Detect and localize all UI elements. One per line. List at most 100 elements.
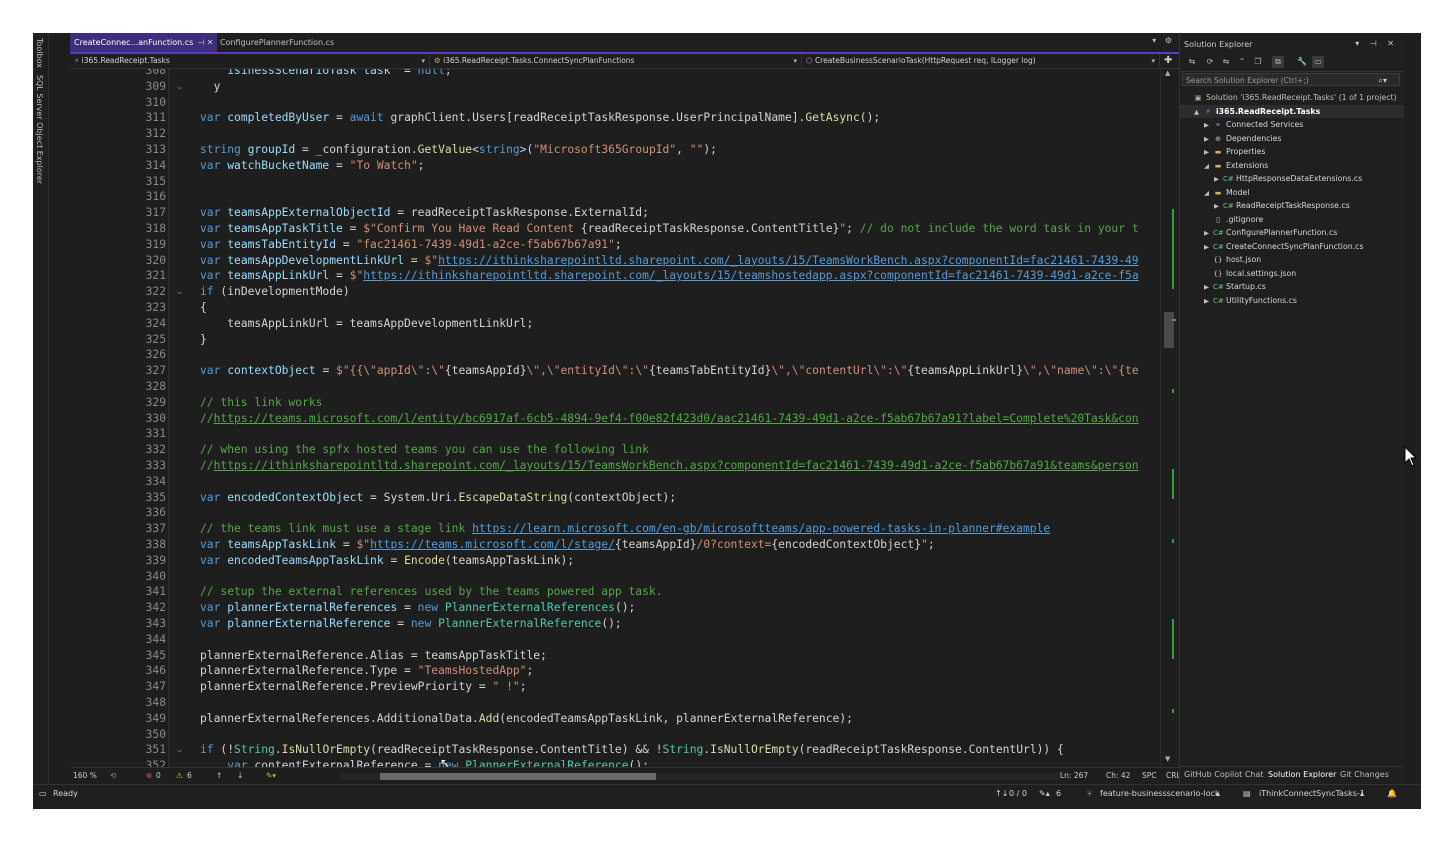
code-line[interactable]: 313 string groupId = _configuration.GetVa… — [70, 142, 1160, 158]
tree-item[interactable]: ▶ ⚭ Connected Services — [1180, 118, 1404, 131]
code-line[interactable]: 324 teamsAppLinkUrl = teamsAppDevelopmen… — [70, 316, 1160, 332]
properties-icon[interactable]: 🔧 — [1296, 56, 1308, 68]
code-line[interactable]: 334 — [70, 474, 1160, 490]
expand-chevron-icon[interactable]: ▶ — [1204, 295, 1213, 308]
expand-chevron-icon[interactable]: ▶ — [1204, 241, 1213, 254]
branch-icon[interactable]: ⑂ — [1087, 789, 1092, 798]
code-line[interactable]: 335 var encodedContextObject = System.Uri… — [70, 490, 1160, 506]
output-icon[interactable]: ▭ — [39, 789, 47, 798]
pending-edits-count[interactable]: 6 — [1056, 789, 1061, 798]
panel-window-icons[interactable]: ▾ ⊣ ✕ — [1355, 39, 1398, 48]
tree-item[interactable]: ▶ C# ReadReceiptTaskResponse.cs — [1180, 199, 1404, 212]
expand-chevron-icon[interactable]: ◢ — [1204, 187, 1213, 200]
project-dropdown[interactable]: ⚡ i365.ReadReceipt.Tasks ▾ — [70, 54, 430, 68]
tree-item[interactable]: ▲ ⚡ i365.ReadReceipt.Tasks — [1180, 104, 1404, 118]
tree-item[interactable]: ▶ C# CreateConnectSyncPlanFunction.cs — [1180, 240, 1404, 253]
code-line[interactable]: 323 { — [70, 300, 1160, 316]
code-line[interactable]: 315 — [70, 174, 1160, 190]
tab-solution-explorer[interactable]: Solution Explorer — [1268, 770, 1336, 779]
expand-chevron-icon[interactable]: ▶ — [1204, 146, 1213, 159]
fold-chevron-icon[interactable]: ⌵ — [177, 284, 182, 300]
health-icon[interactable]: ⟲ — [110, 771, 116, 780]
show-all-files-icon[interactable]: ❐ — [1252, 56, 1264, 68]
previous-issue-icon[interactable]: ↑ — [216, 771, 222, 780]
code-line[interactable]: 330 //https://teams.microsoft.com/l/entit… — [70, 411, 1160, 427]
code-line[interactable]: 319 var teamsTabEntityId = "fac21461-7439… — [70, 237, 1160, 253]
code-token[interactable]: https://ithinksharepointltd.sharepoint.c… — [214, 459, 1139, 472]
code-text-area[interactable]: 308 isinessScenarioTask task = null; 309 ⌵… — [70, 69, 1160, 767]
next-issue-icon[interactable]: ↓ — [237, 771, 243, 780]
code-line[interactable]: 337 // the teams link must use a stage li… — [70, 521, 1160, 537]
code-line[interactable]: 333 //https://ithinksharepointltd.sharepo… — [70, 458, 1160, 474]
whitespace-indicator[interactable]: SPC — [1142, 771, 1157, 780]
tab-configure-planner-function[interactable]: ConfigurePlannerFunction.cs — [216, 33, 338, 52]
expand-chevron-icon[interactable]: ▶ — [1214, 173, 1223, 186]
tab-create-connect-sync-plan-function[interactable]: CreateConnec...anFunction.cs ⊣ ✕ — [70, 33, 218, 52]
tree-item[interactable]: ▶ C# ConfigurePlannerFunction.cs — [1180, 226, 1404, 239]
repository-chevron-icon[interactable]: ▴ — [1360, 789, 1364, 798]
code-token[interactable]: https://teams.microsoft.com/l/stage/ — [370, 538, 615, 551]
error-icon[interactable]: ⊗ — [146, 771, 152, 780]
code-line[interactable]: 327 var contextObject = $"{{\"appId\":\"{… — [70, 363, 1160, 379]
branch-name[interactable]: feature-businessscenario-lock — [1100, 789, 1220, 798]
tab-github-copilot-chat[interactable]: GitHub Copilot Chat — [1184, 770, 1264, 779]
tab-overflow-icons[interactable]: ▾ ⚙ — [1152, 36, 1175, 45]
split-editor-icon[interactable]: ✚ — [1164, 54, 1172, 68]
scrollbar-thumb[interactable] — [1164, 312, 1174, 348]
tree-item[interactable]: ▣ Solution 'i365.ReadReceipt.Tasks' (1 of… — [1180, 91, 1404, 104]
sql-server-object-explorer-tab[interactable]: SQL Server Object Explorer — [35, 75, 44, 184]
code-line[interactable]: 350 — [70, 727, 1160, 743]
pending-changes-icon[interactable]: ⇋ — [1220, 56, 1232, 68]
code-line[interactable]: 309 ⌵ y — [70, 79, 1160, 95]
code-line[interactable]: 321 var teamsAppLinkUrl = $"https://ithin… — [70, 268, 1160, 284]
code-line[interactable]: 348 — [70, 695, 1160, 711]
horizontal-scrollbar-thumb[interactable] — [380, 773, 656, 780]
tree-item[interactable]: ▶ ⊕ Dependencies — [1180, 132, 1404, 145]
code-line[interactable]: 336 — [70, 505, 1160, 521]
tree-item[interactable]: {} host.json — [1180, 253, 1404, 266]
commits-count[interactable]: 0 / 0 — [1009, 789, 1027, 798]
code-line[interactable]: 320 var teamsAppDevelopmentLinkUrl = $"ht… — [70, 253, 1160, 269]
updown-icon[interactable]: ↑↓ — [995, 789, 1008, 798]
code-line[interactable]: 326 — [70, 347, 1160, 363]
warning-icon[interactable]: ⚠ — [176, 771, 183, 780]
horizontal-scrollbar[interactable] — [340, 773, 1060, 780]
code-line[interactable]: 332 // when using the spfx hosted teams y… — [70, 442, 1160, 458]
code-line[interactable]: 338 var teamsAppTaskLink = $"https://team… — [70, 537, 1160, 553]
vertical-scrollbar[interactable]: ▲ ▼ — [1160, 69, 1180, 767]
tree-item[interactable]: ▶ ▬ Properties — [1180, 145, 1404, 158]
error-count[interactable]: 0 — [156, 771, 161, 780]
history-icon[interactable]: ⟳ — [1204, 56, 1216, 68]
code-line[interactable]: 328 — [70, 379, 1160, 395]
code-line[interactable]: 342 var plannerExternalReferences = new P… — [70, 600, 1160, 616]
code-line[interactable]: 349 plannerExternalReferences.AdditionalD… — [70, 711, 1160, 727]
notifications-icon[interactable]: 🔔 — [1387, 789, 1397, 798]
zoom-level[interactable]: 160 % — [73, 771, 97, 780]
code-line[interactable]: 322 ⌵ if (inDevelopmentMode) — [70, 284, 1160, 300]
solution-search-input[interactable]: Search Solution Explorer (Ctrl+;) ⌕▾ — [1182, 73, 1400, 86]
repository-icon[interactable]: ▤ — [1243, 789, 1251, 798]
code-token[interactable]: https://learn.microsoft.com/en-gb/micros… — [472, 522, 1050, 535]
code-line[interactable]: 346 plannerExternalReference.Type = "Team… — [70, 663, 1160, 679]
code-token[interactable]: https://ithinksharepointltd.sharepoint.c… — [363, 269, 1138, 282]
sync-with-document-icon[interactable]: ⇆ — [1186, 56, 1198, 68]
code-line[interactable]: 351 ⌵ if (!String.IsNullOrEmpty(readReceip… — [70, 742, 1160, 758]
tree-item[interactable]: ▶ C# Startup.cs — [1180, 280, 1404, 293]
tree-item[interactable]: ▯ .gitignore — [1180, 213, 1404, 226]
code-line[interactable]: 312 — [70, 126, 1160, 142]
tree-item[interactable]: ▶ C# HttpResponseDataExtensions.cs — [1180, 172, 1404, 185]
code-line[interactable]: 308 isinessScenarioTask task = null; — [70, 69, 1160, 79]
code-line[interactable]: 339 var encodedTeamsAppTaskLink = Encode(… — [70, 553, 1160, 569]
collapse-all-icon[interactable]: ⌃ — [1236, 56, 1248, 68]
code-line[interactable]: 344 — [70, 632, 1160, 648]
code-line[interactable]: 325} — [70, 332, 1160, 348]
code-line[interactable]: 318 var teamsAppTaskTitle = $"Confirm You… — [70, 221, 1160, 237]
code-line[interactable]: 329 // this link works — [70, 395, 1160, 411]
tree-item[interactable]: ◢ ▬ Model — [1180, 186, 1404, 199]
code-cleanup-icon[interactable]: ✎▾ — [266, 771, 276, 780]
pencil-icon[interactable]: ✎▴ — [1039, 789, 1050, 798]
code-line[interactable]: 352 var contentExternalReference = new P… — [70, 758, 1160, 767]
code-line[interactable]: 331 — [70, 426, 1160, 442]
member-dropdown[interactable]: ⬡ CreateBusinessScenarioTask(HttpRequest… — [802, 54, 1160, 68]
expand-chevron-icon[interactable]: ▶ — [1204, 227, 1213, 240]
